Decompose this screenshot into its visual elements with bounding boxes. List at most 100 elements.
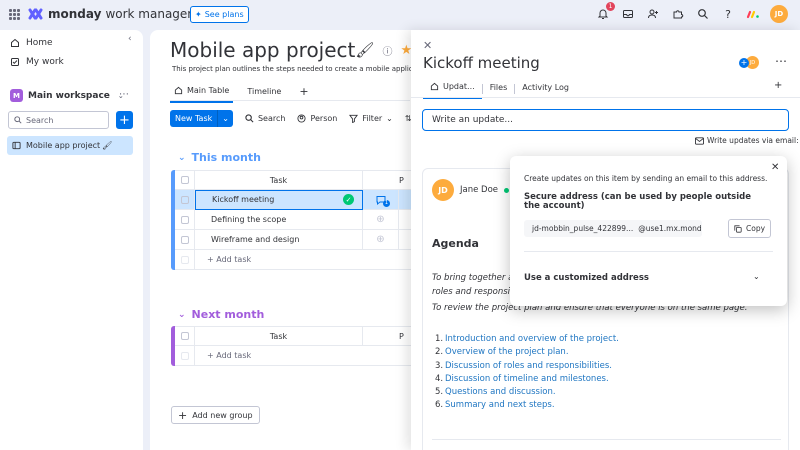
workspace-badge: M xyxy=(10,89,23,102)
author-name[interactable]: Jane Doe xyxy=(460,185,498,195)
column-header-person[interactable]: P xyxy=(399,332,411,341)
tab-updates[interactable]: Updat... xyxy=(423,79,482,99)
close-icon[interactable]: ✕ xyxy=(771,162,779,173)
add-subscriber-icon[interactable]: + xyxy=(739,57,749,68)
search-icon[interactable] xyxy=(695,6,711,22)
add-new-group-button[interactable]: + Add new group xyxy=(171,406,260,424)
post-author[interactable]: JD Jane Doe xyxy=(432,179,510,201)
table-row[interactable]: Defining the scope ⊕ xyxy=(175,209,411,230)
group-title-text: This month xyxy=(191,151,261,164)
person-filter-button[interactable]: Person xyxy=(297,114,337,123)
chevron-down-icon[interactable]: ⌄ xyxy=(178,310,186,320)
add-tab-plus-icon[interactable]: + xyxy=(774,80,782,91)
item-title[interactable]: Kickoff meeting xyxy=(423,54,540,72)
top-bar: monday work management ✦ See plans 1 ? J… xyxy=(0,0,800,30)
column-header-task[interactable]: Task xyxy=(195,326,363,346)
row-checkbox[interactable] xyxy=(175,229,195,250)
write-update-input[interactable]: Write an update... xyxy=(422,109,789,131)
home-icon xyxy=(174,86,183,95)
popover-intro: Create updates on this item by sending a… xyxy=(524,174,768,183)
list-item: 2. Overview of the project plan. xyxy=(435,347,569,358)
item-subscribers[interactable]: + JD xyxy=(739,56,759,69)
item-panel-tabs: Updat... Files Activity Log xyxy=(423,79,576,99)
task-name-cell[interactable]: Wireframe and design xyxy=(195,229,363,250)
filter-label: Filter xyxy=(362,114,383,123)
table-row[interactable]: Kickoff meeting ✓ 1 xyxy=(175,189,411,210)
invite-members-icon[interactable] xyxy=(645,6,661,22)
group-this-month-title[interactable]: ⌄ This month xyxy=(178,151,261,164)
see-plans-button[interactable]: ✦ See plans xyxy=(190,6,249,23)
list-item: 6. Summary and next steps. xyxy=(435,400,555,411)
sidebar-item-mobile-app-project[interactable]: Mobile app project 🖌 xyxy=(7,136,133,155)
tab-files[interactable]: Files xyxy=(483,80,515,98)
write-via-email-link[interactable]: Write updates via email: xyxy=(695,136,799,145)
person-icon xyxy=(297,114,307,123)
task-name-cell[interactable]: Kickoff meeting ✓ xyxy=(195,189,363,210)
add-item-button[interactable]: + xyxy=(116,111,133,129)
select-all-checkbox[interactable] xyxy=(175,170,195,190)
workspace-more-icon[interactable]: ⋯ xyxy=(119,89,129,100)
integrations-puzzle-icon[interactable] xyxy=(670,6,686,22)
apps-grid-icon[interactable] xyxy=(9,9,20,20)
conversation-icon[interactable]: 1 xyxy=(363,189,399,210)
row-checkbox[interactable] xyxy=(175,209,195,230)
sidebar-item-label: Mobile app project xyxy=(26,141,101,150)
add-update-icon[interactable]: ⊕ xyxy=(363,209,399,230)
column-header-person[interactable]: P xyxy=(399,176,411,185)
post-divider xyxy=(432,439,781,440)
check-circle-icon: ✓ xyxy=(343,194,354,205)
copy-button[interactable]: Copy xyxy=(728,219,772,238)
workspace-selector[interactable]: M Main workspace ⌄ xyxy=(10,89,124,102)
popover-divider xyxy=(524,251,773,252)
customized-address-toggle[interactable]: Use a customized address xyxy=(524,273,649,283)
sidebar-search-placeholder: Search xyxy=(26,115,54,125)
chevron-down-icon[interactable]: ⌄ xyxy=(753,272,760,281)
table-row[interactable]: Wireframe and design ⊕ xyxy=(175,229,411,250)
search-label: Search xyxy=(257,114,286,123)
info-icon[interactable]: ⓘ xyxy=(382,43,392,58)
chevron-down-icon[interactable]: ⌄ xyxy=(217,110,233,127)
secure-email-address[interactable]: jd-mobbin_pulse_422899... @use1.mx.mond.… xyxy=(524,220,702,237)
user-avatar[interactable]: JD xyxy=(770,5,788,23)
home-icon xyxy=(430,82,439,91)
board-description[interactable]: This project plan outlines the steps nee… xyxy=(172,65,412,73)
collapse-sidebar-icon[interactable]: ‹ xyxy=(128,34,132,44)
add-task-row[interactable]: + Add task xyxy=(175,345,411,366)
column-header-task[interactable]: Task xyxy=(195,170,363,190)
see-plans-label: See plans xyxy=(204,10,244,19)
email-user-part: jd-mobbin_pulse_422899... xyxy=(532,224,634,233)
tab-activity-log[interactable]: Activity Log xyxy=(515,80,576,98)
monday-apps-icon[interactable] xyxy=(745,6,761,22)
help-icon[interactable]: ? xyxy=(720,6,736,22)
task-name-cell[interactable]: Defining the scope xyxy=(195,209,363,230)
tab-label: Main Table xyxy=(187,86,230,95)
add-task-input[interactable]: + Add task xyxy=(195,250,411,270)
email-domain-part: @use1.mx.mond... xyxy=(638,224,702,233)
group-next-month-title[interactable]: ⌄ Next month xyxy=(178,308,264,321)
author-avatar[interactable]: JD xyxy=(432,179,454,201)
list-item: 1. Introduction and overview of the proje… xyxy=(435,334,619,344)
notifications-bell-icon[interactable]: 1 xyxy=(595,2,615,22)
sidebar-search-input[interactable]: Search xyxy=(8,111,109,129)
select-all-checkbox[interactable] xyxy=(175,326,195,346)
filter-button[interactable]: Filter ⌄ xyxy=(349,114,393,123)
add-task-input[interactable]: + Add task xyxy=(195,346,411,366)
inbox-icon[interactable] xyxy=(620,6,636,22)
close-icon[interactable]: ✕ xyxy=(423,39,432,52)
copy-label: Copy xyxy=(746,224,766,233)
row-checkbox xyxy=(175,345,195,366)
more-options-icon[interactable]: ⋯ xyxy=(775,54,787,68)
list-item: 5. Questions and discussion. xyxy=(435,387,556,398)
add-task-row[interactable]: + Add task xyxy=(175,249,411,270)
add-new-group-label: Add new group xyxy=(192,410,253,420)
search-button[interactable]: Search xyxy=(245,114,285,123)
new-task-button[interactable]: New Task ⌄ xyxy=(170,110,233,127)
board-title-text[interactable]: Mobile app project xyxy=(170,38,355,62)
row-checkbox[interactable] xyxy=(175,189,195,210)
sidebar-item-home[interactable]: Home xyxy=(10,38,53,48)
add-update-icon[interactable]: ⊕ xyxy=(363,229,399,250)
table-header-row: Task P xyxy=(175,326,411,346)
chevron-down-icon[interactable]: ⌄ xyxy=(178,153,186,163)
paintbrush-emoji-icon: 🖌 xyxy=(355,41,375,59)
sidebar-item-my-work[interactable]: My work xyxy=(10,57,64,67)
